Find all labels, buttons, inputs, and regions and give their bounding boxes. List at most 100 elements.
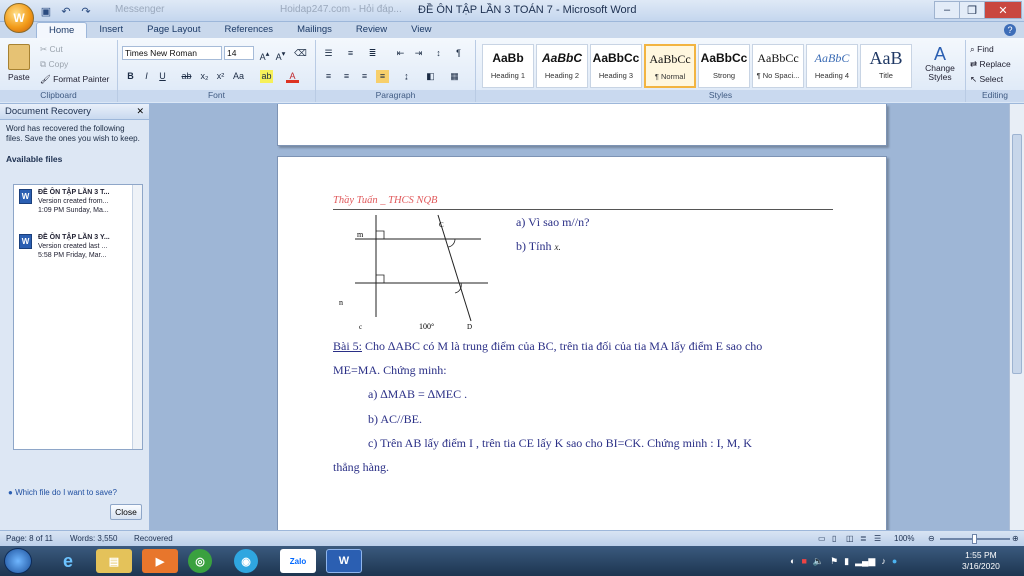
- tab-insert[interactable]: Insert: [87, 22, 135, 38]
- paste-icon[interactable]: [8, 44, 30, 70]
- zalo-icon[interactable]: Zalo: [280, 549, 316, 573]
- font-name-combo[interactable]: Times New Roman: [122, 46, 222, 60]
- list-item[interactable]: W ĐỀ ÔN TẬP LẦN 3 Y... Version created l…: [14, 230, 142, 263]
- zoom-slider-knob[interactable]: [972, 534, 977, 544]
- tab-references[interactable]: References: [212, 22, 285, 38]
- replace-button[interactable]: ⇄ Replace: [970, 59, 1011, 70]
- minimize-icon[interactable]: –: [934, 1, 960, 19]
- document-page[interactable]: Thầy Tuấn _ THCS NQB m n c C D 100° a) V…: [277, 156, 887, 530]
- style-heading-3[interactable]: AaBbCc Heading 3: [590, 44, 642, 88]
- vertical-scrollbar[interactable]: [1009, 104, 1024, 530]
- line-spacing-icon[interactable]: ↨: [400, 70, 413, 83]
- redo-icon[interactable]: ↷: [78, 3, 94, 19]
- increase-indent-icon[interactable]: ⇥: [412, 47, 425, 60]
- start-button[interactable]: [4, 548, 32, 574]
- full-screen-icon[interactable]: ▯: [832, 534, 836, 543]
- tab-page-layout[interactable]: Page Layout: [135, 22, 212, 38]
- zoom-in-icon[interactable]: ⊕: [1012, 534, 1019, 543]
- style-normal[interactable]: AaBbCc ¶ Normal: [644, 44, 696, 88]
- shading-icon[interactable]: ◧: [424, 70, 437, 83]
- maximize-icon[interactable]: ❐: [959, 1, 985, 19]
- network-icon[interactable]: ◐: [790, 556, 795, 566]
- italic-icon[interactable]: I: [140, 70, 153, 83]
- bold-icon[interactable]: B: [124, 70, 137, 83]
- zoom-out-icon[interactable]: ⊖: [928, 534, 935, 543]
- page-count[interactable]: Page: 8 of 11: [6, 534, 53, 543]
- paste-button[interactable]: Paste: [8, 72, 30, 82]
- borders-icon[interactable]: ▦: [448, 70, 461, 83]
- list-item[interactable]: W ĐỀ ÔN TẬP LẦN 3 T... Version created f…: [14, 185, 142, 218]
- tab-mailings[interactable]: Mailings: [285, 22, 344, 38]
- shrink-font-icon[interactable]: A▾: [274, 47, 287, 62]
- media-player-icon[interactable]: ▶: [142, 549, 178, 573]
- flag-icon[interactable]: ⚑: [830, 556, 838, 567]
- style-heading-4[interactable]: AaBbC Heading 4: [806, 44, 858, 88]
- copy-button[interactable]: ⧉ Copy: [40, 59, 68, 70]
- internet-explorer-icon[interactable]: e: [50, 549, 86, 573]
- font-color-icon[interactable]: A: [286, 70, 299, 83]
- exercise-5-part-c-line-2: thẳng hàng.: [333, 460, 389, 474]
- sort-icon[interactable]: ↕: [432, 47, 445, 60]
- decrease-indent-icon[interactable]: ⇤: [394, 47, 407, 60]
- strikethrough-icon[interactable]: ab: [180, 70, 193, 83]
- close-pane-icon[interactable]: ✕: [136, 106, 144, 117]
- numbering-icon[interactable]: ≡: [344, 47, 357, 60]
- highlight-icon[interactable]: ab: [260, 70, 273, 83]
- align-left-icon[interactable]: ≡: [322, 70, 335, 83]
- justify-icon[interactable]: ≡: [376, 70, 389, 83]
- wifi-icon[interactable]: ▂▄▆: [855, 556, 875, 567]
- antivirus-icon[interactable]: ■: [801, 556, 806, 566]
- superscript-icon[interactable]: x²: [214, 70, 227, 83]
- print-layout-icon[interactable]: ▭: [818, 534, 826, 543]
- tab-home[interactable]: Home: [36, 22, 88, 38]
- word-count[interactable]: Words: 3,550: [70, 534, 117, 543]
- subscript-icon[interactable]: x₂: [198, 70, 211, 83]
- underline-icon[interactable]: U: [156, 70, 169, 83]
- style-title[interactable]: AaB Title: [860, 44, 912, 88]
- office-button[interactable]: W: [4, 3, 34, 33]
- change-case-icon[interactable]: Aa: [232, 70, 245, 83]
- speaker-icon[interactable]: 🔈: [813, 556, 824, 567]
- find-button[interactable]: ⌕ Find: [970, 44, 994, 55]
- clear-format-icon[interactable]: ⌫: [294, 47, 307, 60]
- pilcrow-icon[interactable]: ¶: [452, 47, 465, 60]
- word-taskbar-icon[interactable]: W: [326, 549, 362, 573]
- recovery-list-scrollbar[interactable]: [132, 185, 142, 449]
- select-button[interactable]: ↖ Select: [970, 74, 1003, 85]
- align-center-icon[interactable]: ≡: [340, 70, 353, 83]
- browser-icon[interactable]: ◉: [234, 549, 258, 573]
- battery-icon[interactable]: ▮: [844, 556, 849, 567]
- bullets-icon[interactable]: ☰: [322, 47, 335, 60]
- volume-icon[interactable]: ♪: [881, 556, 886, 566]
- save-icon[interactable]: ▣: [38, 3, 54, 19]
- clock-date: 3/16/2020: [962, 561, 1000, 571]
- font-size-combo[interactable]: 14: [224, 46, 254, 60]
- align-right-icon[interactable]: ≡: [358, 70, 371, 83]
- skype-icon[interactable]: ●: [892, 556, 897, 566]
- which-file-link[interactable]: ● Which file do I want to save?: [8, 488, 117, 497]
- help-icon[interactable]: ?: [1004, 24, 1016, 36]
- multilevel-list-icon[interactable]: ≣: [366, 47, 379, 60]
- chrome-icon[interactable]: ◎: [188, 549, 212, 573]
- file-explorer-icon[interactable]: ▤: [96, 549, 132, 573]
- scrollbar-thumb[interactable]: [1012, 134, 1022, 374]
- tab-review[interactable]: Review: [344, 22, 399, 38]
- style-heading-2[interactable]: AaBbC Heading 2: [536, 44, 588, 88]
- style-no-spacing[interactable]: AaBbCc ¶ No Spaci...: [752, 44, 804, 88]
- web-layout-icon[interactable]: ◫: [846, 534, 854, 543]
- close-icon[interactable]: ✕: [984, 1, 1022, 19]
- style-heading-1[interactable]: AaBb Heading 1: [482, 44, 534, 88]
- recovery-close-button[interactable]: Close: [110, 504, 142, 520]
- outline-icon[interactable]: ≣: [860, 534, 867, 543]
- style-strong[interactable]: AaBbCc Strong: [698, 44, 750, 88]
- undo-icon[interactable]: ↶: [58, 3, 74, 19]
- zoom-level[interactable]: 100%: [894, 534, 914, 543]
- cut-button[interactable]: ✂ Cut: [40, 44, 63, 55]
- status-bar: Page: 8 of 11 Words: 3,550 Recovered ▭ ▯…: [0, 530, 1024, 546]
- tab-view[interactable]: View: [399, 22, 443, 38]
- change-styles-button[interactable]: A Change Styles: [920, 44, 960, 82]
- system-clock[interactable]: 1:55 PM 3/16/2020: [962, 550, 1000, 572]
- format-painter-button[interactable]: 🖌 Format Painter: [40, 74, 109, 85]
- draft-icon[interactable]: ☰: [874, 534, 881, 543]
- grow-font-icon[interactable]: A▴: [258, 47, 271, 62]
